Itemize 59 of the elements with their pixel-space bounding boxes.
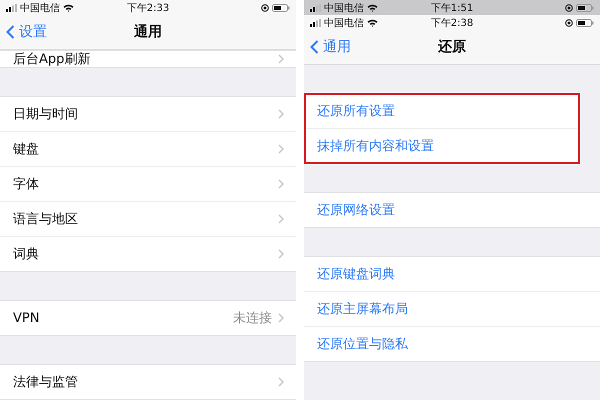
row-label: 还原网络设置 bbox=[317, 202, 396, 219]
back-chevron-icon bbox=[310, 40, 319, 54]
row-label: VPN bbox=[13, 310, 40, 326]
settings-row[interactable]: 键盘 bbox=[0, 132, 296, 167]
row-label: 日期与时间 bbox=[13, 106, 79, 123]
settings-row[interactable]: VPN 未连接 bbox=[0, 301, 296, 335]
chevron-icon bbox=[278, 249, 284, 259]
settings-row[interactable]: 还原位置与隐私 bbox=[304, 327, 600, 361]
battery-icon bbox=[576, 4, 594, 12]
status-time: 下午2:33 bbox=[126, 2, 170, 14]
rotation-lock-icon bbox=[261, 4, 269, 12]
signal-icon bbox=[6, 4, 17, 12]
wifi-icon bbox=[367, 4, 378, 12]
row-label: 还原位置与隐私 bbox=[317, 336, 409, 353]
wifi-icon bbox=[367, 18, 378, 26]
chevron-icon bbox=[278, 377, 284, 387]
row-value: 未连接 bbox=[233, 310, 272, 327]
chevron-icon bbox=[278, 313, 284, 323]
row-label: 还原键盘词典 bbox=[317, 266, 396, 283]
chevron-icon bbox=[278, 179, 284, 189]
signal-icon bbox=[310, 4, 321, 12]
chevron-icon bbox=[278, 109, 284, 119]
settings-row[interactable]: 后台App刷新 bbox=[0, 51, 296, 67]
settings-row[interactable]: 还原网络设置 bbox=[304, 193, 600, 227]
chevron-icon bbox=[278, 54, 284, 64]
settings-row[interactable]: 还原键盘词典 bbox=[304, 257, 600, 292]
settings-row[interactable]: 抹掉所有内容和设置 bbox=[304, 129, 580, 163]
nav-title: 通用 bbox=[134, 23, 162, 41]
settings-row[interactable]: 字体 bbox=[0, 167, 296, 202]
nav-title: 还原 bbox=[438, 38, 466, 56]
settings-row[interactable]: 法律与监管 bbox=[0, 365, 296, 399]
settings-row[interactable]: 语言与地区 bbox=[0, 202, 296, 237]
row-label: 语言与地区 bbox=[13, 211, 79, 228]
row-label: 键盘 bbox=[13, 141, 40, 158]
back-button[interactable]: 通用 bbox=[304, 38, 357, 56]
row-label: 后台App刷新 bbox=[13, 51, 92, 68]
row-label: 抹掉所有内容和设置 bbox=[317, 138, 435, 155]
carrier-name: 中国电信 bbox=[324, 16, 364, 30]
signal-icon bbox=[310, 18, 321, 26]
row-label: 字体 bbox=[13, 176, 40, 193]
row-label: 还原所有设置 bbox=[317, 103, 396, 120]
chevron-icon bbox=[278, 144, 284, 154]
settings-row[interactable]: 还原所有设置 bbox=[304, 94, 580, 129]
back-chevron-icon bbox=[6, 25, 15, 39]
back-button[interactable]: 设置 bbox=[0, 23, 53, 41]
settings-row[interactable]: 日期与时间 bbox=[0, 97, 296, 132]
settings-row[interactable]: 词典 bbox=[0, 237, 296, 271]
carrier-name: 中国电信 bbox=[324, 2, 364, 14]
status-time: 下午1:51 bbox=[430, 2, 474, 14]
row-label: 词典 bbox=[13, 246, 40, 263]
wifi-icon bbox=[63, 4, 74, 12]
row-label: 法律与监管 bbox=[13, 374, 79, 391]
chevron-icon bbox=[278, 214, 284, 224]
status-time: 下午2:38 bbox=[430, 16, 474, 30]
battery-icon bbox=[576, 18, 594, 26]
carrier-name: 中国电信 bbox=[20, 2, 60, 14]
row-label: 还原主屏幕布局 bbox=[317, 301, 409, 318]
settings-row[interactable]: 还原主屏幕布局 bbox=[304, 292, 600, 327]
battery-icon bbox=[272, 4, 290, 12]
